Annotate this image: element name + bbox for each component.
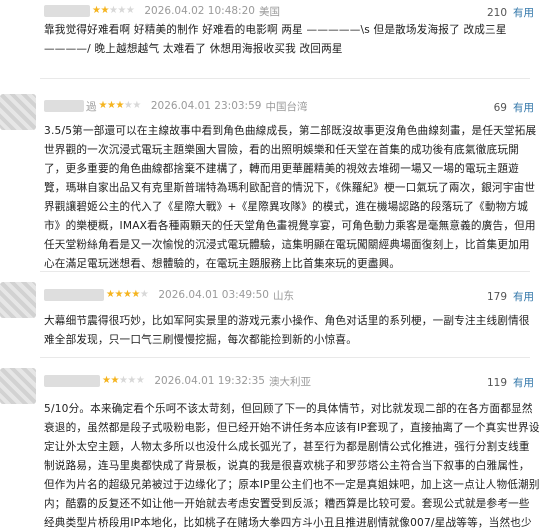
useful-button[interactable]: 有用: [513, 100, 534, 115]
star-filled-icon: ★: [92, 5, 101, 16]
divider: [40, 78, 530, 79]
useful-vote[interactable]: 179 有用: [487, 289, 534, 304]
avatar[interactable]: [0, 94, 36, 130]
review-location: 山东: [272, 289, 294, 302]
useful-count: 69: [493, 101, 507, 114]
star-empty-icon: ★: [118, 375, 128, 386]
review-meta: 過 ★ ★ ★ ★ ★ 2026.04.01 23:03:59 中国台湾: [44, 96, 307, 116]
star-filled-icon: ★: [102, 375, 111, 386]
review-meta: ★ ★ ★ ★ ★ 2026.04.01 03:49:50 山东: [44, 285, 294, 305]
review-meta: ★ ★ ★ ★ ★ 2026.04.02 10:48:20 美国: [44, 1, 280, 21]
star-filled-icon: ★: [115, 100, 124, 111]
review-item: ★ ★ ★ ★ ★ 2026.04.02 10:48:20 美国 210 有用 靠我觉得…: [0, 0, 550, 58]
review-date: 2026.04.02 10:48:20: [144, 5, 255, 17]
review-text: 靠我觉得好难看啊 好精美的制作 好难看的电影啊 两星 —————\s 但是散场发…: [44, 21, 540, 59]
star-filled-icon: ★: [122, 289, 132, 300]
star-empty-icon: ★: [117, 5, 126, 16]
review-paragraph: 5/10分。本来确定看个乐呵不该太苛刻，但回顾了下一的具体情节，对比就发现二部的…: [44, 403, 540, 529]
useful-count: 179: [486, 290, 507, 303]
divider: [40, 271, 530, 272]
useful-count: 119: [486, 376, 507, 389]
rating-stars: ★ ★ ★ ★ ★: [92, 5, 135, 16]
blurred-username: [44, 100, 84, 112]
review-location: 澳大利亚: [268, 375, 311, 388]
username-suffix: 過: [86, 100, 97, 113]
rating-stars: ★ ★ ★ ★ ★: [102, 375, 145, 386]
star-filled-icon: ★: [106, 289, 115, 300]
review-paragraph: 大幕细节震得很巧妙，比如军阿实景里的游戏元素小操作、角色对话里的系列梗，一副专注…: [44, 315, 530, 346]
rating-stars: ★ ★ ★ ★ ★: [106, 289, 149, 300]
avatar[interactable]: [0, 368, 36, 404]
useful-vote[interactable]: 69 有用: [494, 100, 534, 115]
useful-count: 210: [486, 6, 507, 19]
review-text: 5/10分。本来确定看个乐呵不该太苛刻，但回顾了下一的具体情节，对比就发现二部的…: [44, 400, 540, 531]
review-date: 2026.04.01 03:49:50: [158, 289, 269, 301]
review-paragraph: 3.5/5第一部還可以在主線故事中看到角色曲線成長，第二部既沒故事更沒角色曲線刻…: [44, 125, 537, 270]
star-empty-icon: ★: [139, 289, 149, 300]
divider: [40, 357, 530, 358]
star-filled-icon: ★: [106, 100, 116, 111]
star-empty-icon: ★: [132, 100, 141, 111]
star-filled-icon: ★: [98, 100, 108, 111]
star-empty-icon: ★: [123, 100, 133, 111]
star-filled-icon: ★: [131, 289, 140, 300]
useful-button[interactable]: 有用: [513, 375, 534, 390]
star-filled-icon: ★: [114, 289, 123, 300]
review-location: 中国台湾: [265, 100, 308, 113]
review-location: 美国: [258, 5, 280, 18]
review-date: 2026.04.01 19:32:35: [154, 375, 265, 387]
review-meta: ★ ★ ★ ★ ★ 2026.04.01 19:32:35 澳大利亚: [44, 371, 311, 391]
useful-button[interactable]: 有用: [513, 5, 534, 20]
useful-button[interactable]: 有用: [513, 289, 534, 304]
avatar[interactable]: [0, 282, 36, 318]
review-date: 2026.04.01 23:03:59: [150, 100, 262, 112]
star-empty-icon: ★: [125, 5, 135, 16]
blurred-username: [44, 289, 104, 301]
star-empty-icon: ★: [127, 375, 136, 386]
review-feed: ★ ★ ★ ★ ★ 2026.04.02 10:48:20 美国 210 有用 靠我觉得…: [0, 0, 550, 531]
useful-vote[interactable]: 119 有用: [487, 375, 534, 390]
star-empty-icon: ★: [135, 375, 145, 386]
star-empty-icon: ★: [108, 5, 118, 16]
useful-vote[interactable]: 210 有用: [487, 5, 534, 20]
blurred-username: [44, 375, 100, 387]
review-text: 大幕细节震得很巧妙，比如军阿实景里的游戏元素小操作、角色对话里的系列梗，一副专注…: [44, 312, 540, 350]
star-filled-icon: ★: [110, 375, 119, 386]
blurred-username: [44, 5, 90, 17]
rating-stars: ★ ★ ★ ★ ★: [98, 100, 142, 111]
review-paragraph: 靠我觉得好难看啊 好精美的制作 好难看的电影啊 两星 —————\s 但是散场发…: [44, 24, 511, 55]
star-filled-icon: ★: [100, 5, 109, 16]
review-text: 3.5/5第一部還可以在主線故事中看到角色曲線成長，第二部既沒故事更沒角色曲線刻…: [44, 122, 540, 274]
